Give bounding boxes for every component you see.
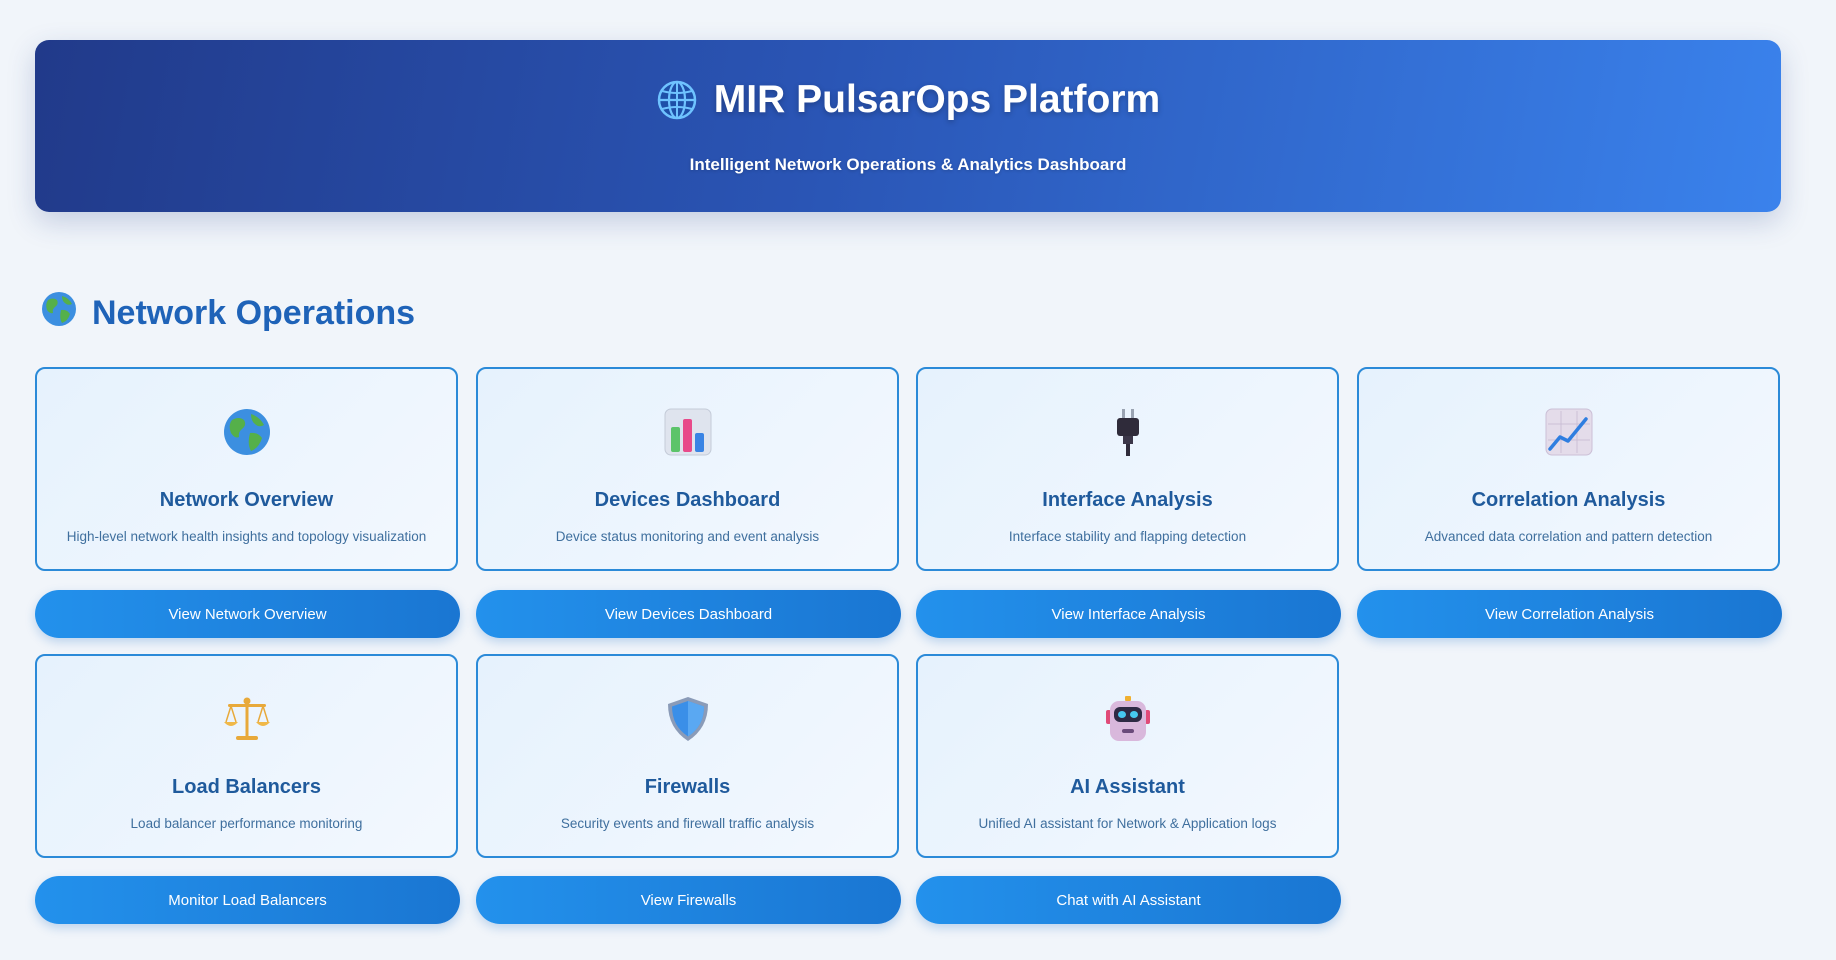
section-heading: Network Operations [40,290,415,337]
robot-icon [918,694,1337,744]
monitor-load-balancers-button[interactable]: Monitor Load Balancers [35,876,460,924]
view-network-overview-button[interactable]: View Network Overview [35,590,460,638]
card-title: Devices Dashboard [594,489,781,511]
earth-globe-icon [40,290,78,337]
view-firewalls-button[interactable]: View Firewalls [476,876,901,924]
trend-chart-icon [1359,407,1778,457]
earth-globe-icon [37,407,456,457]
card-description: High-level network health insights and t… [66,529,427,544]
card-firewalls: Firewalls Security events and firewall t… [476,654,899,858]
electric-plug-icon [918,407,1337,457]
card-title: Network Overview [159,489,334,511]
card-description: Interface stability and flapping detecti… [1008,529,1247,544]
chat-with-ai-assistant-button[interactable]: Chat with AI Assistant [916,876,1341,924]
card-title: AI Assistant [1070,776,1185,798]
page-title: MIR PulsarOps Platform [713,78,1161,121]
card-devices-dashboard: Devices Dashboard Device status monitori… [476,367,899,571]
card-description: Security events and firewall traffic ana… [560,816,815,831]
card-load-balancers: Load Balancers Load balancer performance… [35,654,458,858]
page-subtitle: Intelligent Network Operations & Analyti… [689,155,1127,174]
card-description: Load balancer performance monitoring [130,816,363,831]
card-title: Interface Analysis [1042,489,1213,511]
card-correlation-analysis: Correlation Analysis Advanced data corre… [1357,367,1780,571]
card-interface-analysis: Interface Analysis Interface stability a… [916,367,1339,571]
bar-chart-icon [478,407,897,457]
card-description: Device status monitoring and event analy… [555,529,820,544]
card-title: Load Balancers [172,776,321,798]
shield-icon [478,694,897,744]
card-ai-assistant: AI Assistant Unified AI assistant for Ne… [916,654,1339,858]
view-correlation-analysis-button[interactable]: View Correlation Analysis [1357,590,1782,638]
card-network-overview: Network Overview High-level network heal… [35,367,458,571]
card-description: Advanced data correlation and pattern de… [1424,529,1713,544]
balance-scale-icon [37,694,456,744]
card-title: Correlation Analysis [1471,489,1666,511]
page: MIR PulsarOps Platform Intelligent Netwo… [0,0,1836,960]
section-title: Network Operations [92,294,416,332]
globe-meridians-icon [656,79,698,121]
view-interface-analysis-button[interactable]: View Interface Analysis [916,590,1341,638]
card-description: Unified AI assistant for Network & Appli… [978,816,1277,831]
card-title: Firewalls [644,776,731,798]
header-title-row: MIR PulsarOps Platform [35,78,1781,122]
header-banner: MIR PulsarOps Platform Intelligent Netwo… [35,40,1781,212]
view-devices-dashboard-button[interactable]: View Devices Dashboard [476,590,901,638]
